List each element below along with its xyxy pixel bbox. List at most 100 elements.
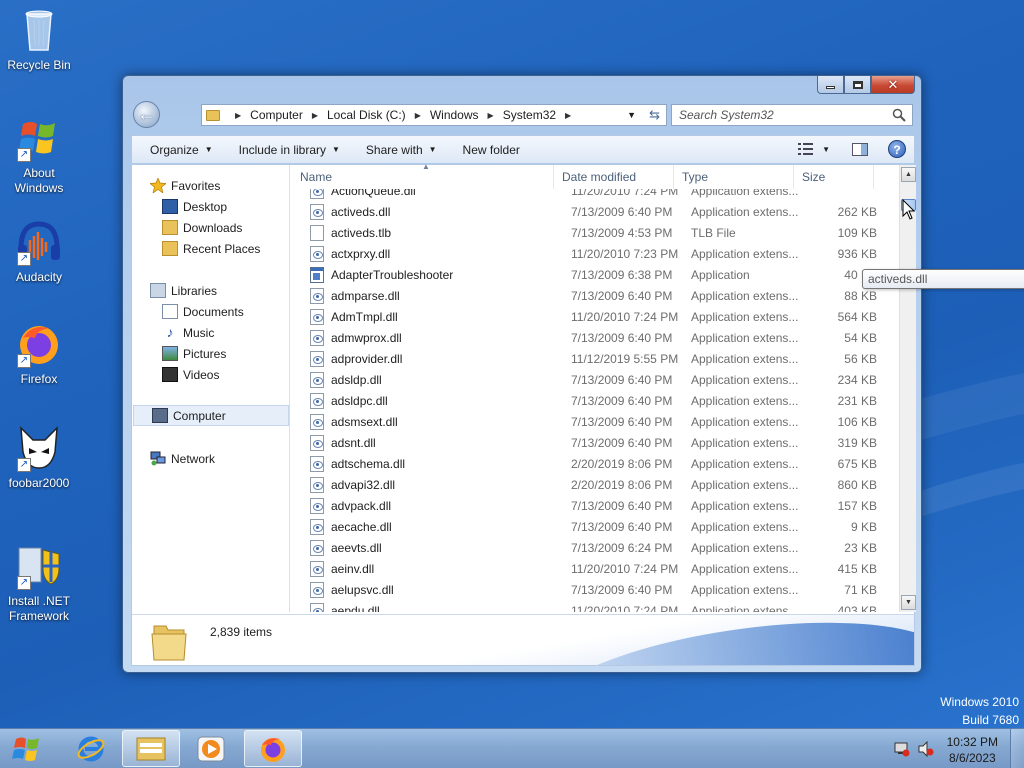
maximize-button[interactable] [844,76,871,94]
foobar2000-icon: ↗ [15,424,63,472]
nav-downloads[interactable]: Downloads [162,217,242,238]
file-row[interactable]: AdapterTroubleshooter 7/13/2009 6:38 PM Ap… [292,264,896,285]
file-row[interactable]: activeds.tlb 7/13/2009 4:53 PM TLB File 109… [292,222,896,243]
nav-desktop[interactable]: Desktop [162,196,227,217]
file-row[interactable]: admwprox.dll 7/13/2009 6:40 PM Application… [292,327,896,348]
breadcrumb-separator-icon[interactable]: ▶ [565,111,571,120]
file-row[interactable]: actxprxy.dll 11/20/2010 7:23 PM Applicatio… [292,243,896,264]
address-bar[interactable]: ▶ Computer ▶ Local Disk (C:) ▶ Windows ▶… [201,104,667,126]
file-row[interactable]: aeevts.dll 7/13/2009 6:24 PM Application e… [292,537,896,558]
column-header-name[interactable]: Name ▲ [292,162,554,189]
file-row[interactable]: adprovider.dll 11/12/2019 5:55 PM Applicat… [292,348,896,369]
nav-label: Documents [183,304,244,319]
nav-network[interactable]: Network [150,448,215,469]
details-pane: 2,839 items [132,614,914,665]
desktop-icon-firefox[interactable]: ↗ Firefox [1,320,77,387]
breadcrumb-local-disk[interactable]: Local Disk (C:) [327,108,406,122]
file-size: 71 KB [844,582,877,597]
file-name: advpack.dll [331,498,392,513]
desktop-icon-recycle-bin[interactable]: Recycle Bin [1,6,77,73]
nav-favorites[interactable]: Favorites [150,175,220,196]
desktop-icon-install-net-framework[interactable]: ↗ Install .NET Framework [1,542,77,624]
file-row[interactable]: adtschema.dll 2/20/2019 8:06 PM Applicatio… [292,453,896,474]
desktop-icon-about-windows[interactable]: ↗ About Windows [1,114,77,196]
file-row[interactable]: adsmsext.dll 7/13/2009 6:40 PM Application… [292,411,896,432]
organize-button[interactable]: Organize ▼ [140,143,223,157]
dll-file-icon [310,413,324,430]
refresh-icon[interactable]: ⇆ [649,107,660,123]
file-type: Application extens... [691,351,799,366]
nav-recent-places[interactable]: Recent Places [162,238,260,259]
file-row[interactable]: adsldp.dll 7/13/2009 6:40 PM Application e… [292,369,896,390]
file-row[interactable]: ActionQueue.dll 11/20/2010 7:24 PM Applica… [292,189,896,201]
file-name: activeds.dll [331,204,391,219]
scroll-up-button[interactable]: ▲ [901,167,916,182]
breadcrumb-separator-icon[interactable]: ▶ [312,111,318,120]
taskbar-app-firefox[interactable] [244,730,302,767]
search-icon[interactable] [892,108,906,122]
shortcut-arrow-icon: ↗ [17,354,31,368]
minimize-button[interactable] [817,76,844,94]
taskbar-app-internet-explorer[interactable] [62,730,120,767]
file-date-modified: 2/20/2019 8:06 PM [571,477,673,492]
nav-videos[interactable]: Videos [162,364,219,385]
dll-file-icon [310,308,324,325]
scroll-down-button[interactable]: ▼ [901,595,916,610]
file-row[interactable]: aeinv.dll 11/20/2010 7:24 PM Application e… [292,558,896,579]
file-row[interactable]: adsldpc.dll 7/13/2009 6:40 PM Application … [292,390,896,411]
nav-libraries[interactable]: Libraries [150,280,217,301]
file-row[interactable]: advpack.dll 7/13/2009 6:40 PM Application … [292,495,896,516]
nav-pictures[interactable]: Pictures [162,343,226,364]
desktop-icon-foobar2000[interactable]: ↗ foobar2000 [1,424,77,491]
breadcrumb-windows[interactable]: Windows [430,108,479,122]
file-row[interactable]: AdmTmpl.dll 11/20/2010 7:24 PM Application… [292,306,896,327]
shortcut-arrow-icon: ↗ [17,148,31,162]
star-icon [150,178,166,193]
file-row[interactable]: adsnt.dll 7/13/2009 6:40 PM Application ex… [292,432,896,453]
change-view-icon[interactable] [798,142,814,156]
file-row[interactable]: advapi32.dll 2/20/2019 8:06 PM Application… [292,474,896,495]
close-button[interactable]: ✕ [871,76,915,94]
taskbar-app-media-player[interactable] [182,730,240,767]
column-header-type[interactable]: Type [674,165,794,189]
breadcrumb-separator-icon[interactable]: ▶ [488,111,494,120]
search-input[interactable] [672,105,882,125]
show-desktop-button[interactable] [1010,729,1024,768]
file-row[interactable]: aepdu.dll 11/20/2010 7:24 PM Application e… [292,600,896,612]
breadcrumb-separator-icon[interactable]: ▶ [235,111,241,120]
nav-label: Videos [183,367,220,382]
network-status-icon[interactable] [894,741,910,757]
file-date-modified: 7/13/2009 6:40 PM [571,498,673,513]
back-button[interactable]: ← [133,101,160,128]
vertical-scrollbar[interactable]: ▲ ▼ [899,165,916,612]
file-size: 234 KB [837,372,877,387]
breadcrumb-separator-icon[interactable]: ▶ [415,111,421,120]
file-row[interactable]: activeds.dll 7/13/2009 6:40 PM Application… [292,201,896,222]
address-history-dropdown-icon[interactable]: ▼ [627,110,636,120]
include-in-library-button[interactable]: Include in library ▼ [229,143,350,157]
chevron-down-icon[interactable]: ▼ [822,145,830,154]
share-with-button[interactable]: Share with ▼ [356,143,447,157]
taskbar-app-windows-explorer[interactable] [122,730,180,767]
file-row[interactable]: aelupsvc.dll 7/13/2009 6:40 PM Application… [292,579,896,600]
nav-documents[interactable]: Documents [162,301,244,322]
column-header-size[interactable]: Size [794,165,874,189]
desktop-icon-audacity[interactable]: ↗ Audacity [1,218,77,285]
nav-music[interactable]: ♪ Music [162,322,215,343]
breadcrumb-system32[interactable]: System32 [503,108,556,122]
downloads-folder-icon [162,220,178,235]
file-type: Application extens... [691,582,799,597]
new-folder-button[interactable]: New folder [453,143,530,157]
file-row[interactable]: admparse.dll 7/13/2009 6:40 PM Application… [292,285,896,306]
column-header-date-modified[interactable]: Date modified [554,165,674,189]
breadcrumb-computer[interactable]: Computer [250,108,303,122]
nav-computer[interactable]: Computer [133,405,289,426]
help-icon[interactable]: ? [888,140,906,158]
explorer-content: Favorites Desktop Downloads Recent Place… [131,162,1024,666]
system-clock[interactable]: 10:32 PM 8/6/2023 [947,734,998,766]
file-size: 157 KB [837,498,877,513]
preview-pane-icon[interactable] [852,142,868,156]
file-row[interactable]: aecache.dll 7/13/2009 6:40 PM Application … [292,516,896,537]
start-button[interactable] [4,731,50,767]
volume-muted-icon[interactable] [918,741,934,757]
